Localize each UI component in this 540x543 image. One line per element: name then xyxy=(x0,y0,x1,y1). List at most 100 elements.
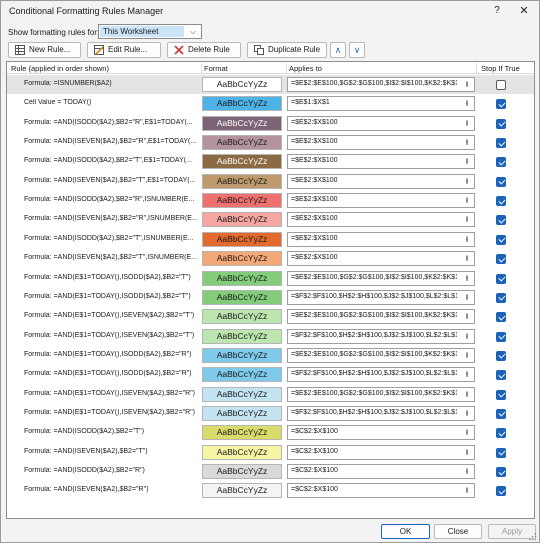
collapse-range-icon[interactable]: ⭱ xyxy=(462,369,472,380)
rule-row[interactable]: Formula: =AND(ISEVEN($A2),$B2="R") AaBbCc… xyxy=(7,481,534,500)
duplicate-rule-button[interactable]: Duplicate Rule xyxy=(247,42,327,58)
collapse-range-icon[interactable]: ⭱ xyxy=(462,485,472,496)
applies-to-field[interactable]: =$E$2:$X$100 ⭱ xyxy=(287,193,475,209)
collapse-range-icon[interactable]: ⭱ xyxy=(462,195,472,206)
applies-to-field[interactable]: =$E$2:$E$100,$G$2:$G$100,$I$2:$I$100,$K$… xyxy=(287,77,475,92)
close-icon[interactable]: ✕ xyxy=(513,3,535,19)
applies-to-field[interactable]: =$E$2:$E$100,$G$2:$G$100,$I$2:$I$100,$K$… xyxy=(287,386,475,402)
collapse-range-icon[interactable]: ⭱ xyxy=(462,273,472,284)
rule-row[interactable]: Formula: =AND(E$1=TODAY(),ISODD($A2),$B2… xyxy=(7,365,534,384)
collapse-range-icon[interactable]: ⭱ xyxy=(462,253,472,264)
collapse-range-icon[interactable]: ⭱ xyxy=(462,408,472,419)
applies-to-field[interactable]: =$E$2:$X$100 ⭱ xyxy=(287,231,475,247)
collapse-range-icon[interactable]: ⭱ xyxy=(462,137,472,148)
applies-to-field[interactable]: =$C$2:$X$100 ⭱ xyxy=(287,425,475,441)
rule-row[interactable]: Formula: =AND(ISEVEN($A2),$B2="R",ISNUMB… xyxy=(7,210,534,229)
stop-if-true-checkbox[interactable] xyxy=(496,292,506,303)
collapse-range-icon[interactable]: ⭱ xyxy=(462,98,472,109)
rule-row[interactable]: Formula: =AND(ISEVEN($A2),$B2="T") AaBbCc… xyxy=(7,443,534,462)
collapse-range-icon[interactable]: ⭱ xyxy=(462,427,472,438)
stop-if-true-checkbox[interactable] xyxy=(496,467,506,477)
stop-if-true-checkbox[interactable] xyxy=(496,389,506,400)
stop-if-true-checkbox[interactable] xyxy=(496,273,506,284)
rule-row[interactable]: Formula: =AND(E$1=TODAY(),ISEVEN($A2),$B… xyxy=(7,404,534,423)
collapse-range-icon[interactable]: ⭱ xyxy=(462,292,472,303)
move-up-button[interactable]: ∧ xyxy=(330,42,346,58)
help-button[interactable]: ? xyxy=(486,3,508,19)
rule-row[interactable]: Formula: =ISNUMBER($A2) AaBbCcYyZz =$E$2:$… xyxy=(7,75,534,95)
new-rule-button[interactable]: New Rule... xyxy=(8,42,81,58)
rule-row[interactable]: Formula: =AND(E$1=TODAY(),ISODD($A2),$B2… xyxy=(7,269,534,288)
rule-row[interactable]: Formula: =AND(ISODD($A2),$B2="T",ISNUMBE… xyxy=(7,230,534,249)
collapse-range-icon[interactable]: ⭱ xyxy=(462,234,472,245)
stop-if-true-checkbox[interactable] xyxy=(496,196,506,207)
rule-row[interactable]: Formula: =AND(ISODD($A2),$B2="T",E$1=TOD… xyxy=(7,152,534,171)
stop-if-true-checkbox[interactable] xyxy=(496,428,506,439)
applies-to-field[interactable]: =$F$2:$F$100,$H$2:$H$100,$J$2:$J$100,$L$… xyxy=(287,289,475,305)
stop-if-true-checkbox[interactable] xyxy=(496,254,506,265)
collapse-range-icon[interactable]: ⭱ xyxy=(462,331,472,342)
rule-row[interactable]: Formula: =AND(ISEVEN($A2),$B2="R",E$1=TO… xyxy=(7,133,534,152)
applies-to-field[interactable]: =$E$2:$X$100 ⭱ xyxy=(287,135,475,151)
collapse-range-icon[interactable]: ⭱ xyxy=(462,156,472,167)
stop-if-true-checkbox[interactable] xyxy=(496,138,506,149)
rule-row[interactable]: Cell Value = TODAY() AaBbCcYyZz =$E$1:$X$1… xyxy=(7,94,534,113)
applies-to-field[interactable]: =$E$2:$X$100 ⭱ xyxy=(287,115,475,131)
applies-to-field[interactable]: =$E$1:$X$1 ⭱ xyxy=(287,96,475,112)
applies-to-field[interactable]: =$F$2:$F$100,$H$2:$H$100,$J$2:$J$100,$L$… xyxy=(287,367,475,383)
applies-to-field[interactable]: =$E$2:$X$100 ⭱ xyxy=(287,154,475,170)
applies-to-field[interactable]: =$C$2:$X$100 ⭱ xyxy=(287,444,475,460)
applies-to-field[interactable]: =$E$2:$X$100 ⭱ xyxy=(287,173,475,189)
applies-to-field[interactable]: =$E$2:$E$100,$G$2:$G$100,$I$2:$I$100,$K$… xyxy=(287,270,475,286)
rule-row[interactable]: Formula: =AND(ISEVEN($A2),$B2="T",E$1=TO… xyxy=(7,172,534,191)
collapse-range-icon[interactable]: ⭱ xyxy=(462,350,472,361)
stop-if-true-checkbox[interactable] xyxy=(496,331,506,342)
scope-dropdown[interactable]: This Worksheet ⌵ xyxy=(98,24,202,39)
resize-grip-icon[interactable] xyxy=(529,533,537,541)
stop-if-true-checkbox[interactable] xyxy=(496,350,506,361)
collapse-range-icon[interactable]: ⭱ xyxy=(462,466,472,477)
edit-rule-button[interactable]: Edit Rule... xyxy=(87,42,161,58)
applies-to-field[interactable]: =$F$2:$F$100,$H$2:$H$100,$J$2:$J$100,$L$… xyxy=(287,405,475,421)
collapse-range-icon[interactable]: ⭱ xyxy=(462,176,472,187)
stop-if-true-checkbox[interactable] xyxy=(496,80,506,90)
stop-if-true-checkbox[interactable] xyxy=(496,118,506,129)
applies-to-field[interactable]: =$E$2:$E$100,$G$2:$G$100,$I$2:$I$100,$K$… xyxy=(287,309,475,325)
ok-button[interactable]: OK xyxy=(381,524,430,539)
stop-if-true-checkbox[interactable] xyxy=(496,234,506,245)
stop-if-true-checkbox[interactable] xyxy=(496,312,506,323)
applies-to-field[interactable]: =$C$2:$X$100 ⭱ xyxy=(287,464,475,479)
applies-to-field[interactable]: =$E$2:$X$100 ⭱ xyxy=(287,212,475,228)
rule-row[interactable]: Formula: =AND(E$1=TODAY(),ISEVEN($A2),$B… xyxy=(7,327,534,346)
rule-row[interactable]: Formula: =AND(E$1=TODAY(),ISODD($A2),$B2… xyxy=(7,346,534,365)
applies-to-field[interactable]: =$C$2:$X$100 ⭱ xyxy=(287,483,475,499)
stop-if-true-checkbox[interactable] xyxy=(496,486,506,497)
collapse-range-icon[interactable]: ⭱ xyxy=(462,214,472,225)
rule-row[interactable]: Formula: =AND(ISODD($A2),$B2="T") AaBbCcY… xyxy=(7,423,534,442)
rule-row[interactable]: Formula: =AND(ISODD($A2),$B2="R",ISNUMBE… xyxy=(7,191,534,210)
applies-to-field[interactable]: =$F$2:$F$100,$H$2:$H$100,$J$2:$J$100,$L$… xyxy=(287,328,475,344)
stop-if-true-checkbox[interactable] xyxy=(496,157,506,168)
stop-if-true-checkbox[interactable] xyxy=(496,447,506,458)
rule-row[interactable]: Formula: =AND(E$1=TODAY(),ISEVEN($A2),$B… xyxy=(7,385,534,404)
stop-if-true-checkbox[interactable] xyxy=(496,370,506,381)
rule-row[interactable]: Formula: =AND(ISODD($A2),$B2="R") AaBbCcY… xyxy=(7,462,534,481)
close-button[interactable]: Close xyxy=(434,524,482,539)
collapse-range-icon[interactable]: ⭱ xyxy=(462,118,472,129)
stop-if-true-checkbox[interactable] xyxy=(496,176,506,187)
rule-row[interactable]: Formula: =AND(E$1=TODAY(),ISODD($A2),$B2… xyxy=(7,288,534,307)
rule-row[interactable]: Formula: =AND(ISODD($A2),$B2="R",E$1=TOD… xyxy=(7,114,534,133)
applies-to-field[interactable]: =$E$2:$E$100,$G$2:$G$100,$I$2:$I$100,$K$… xyxy=(287,347,475,363)
stop-if-true-checkbox[interactable] xyxy=(496,99,506,110)
collapse-range-icon[interactable]: ⭱ xyxy=(462,79,472,90)
stop-if-true-checkbox[interactable] xyxy=(496,408,506,419)
collapse-range-icon[interactable]: ⭱ xyxy=(462,447,472,458)
rule-row[interactable]: Formula: =AND(E$1=TODAY(),ISEVEN($A2),$B… xyxy=(7,307,534,326)
delete-rule-button[interactable]: Delete Rule xyxy=(167,42,241,58)
rule-row[interactable]: Formula: =AND(ISEVEN($A2),$B2="T",ISNUMB… xyxy=(7,249,534,268)
rules-list[interactable]: Rule (applied in order shown) Format App… xyxy=(6,61,535,519)
stop-if-true-checkbox[interactable] xyxy=(496,215,506,226)
collapse-range-icon[interactable]: ⭱ xyxy=(462,389,472,400)
move-down-button[interactable]: ∨ xyxy=(349,42,365,58)
collapse-range-icon[interactable]: ⭱ xyxy=(462,311,472,322)
